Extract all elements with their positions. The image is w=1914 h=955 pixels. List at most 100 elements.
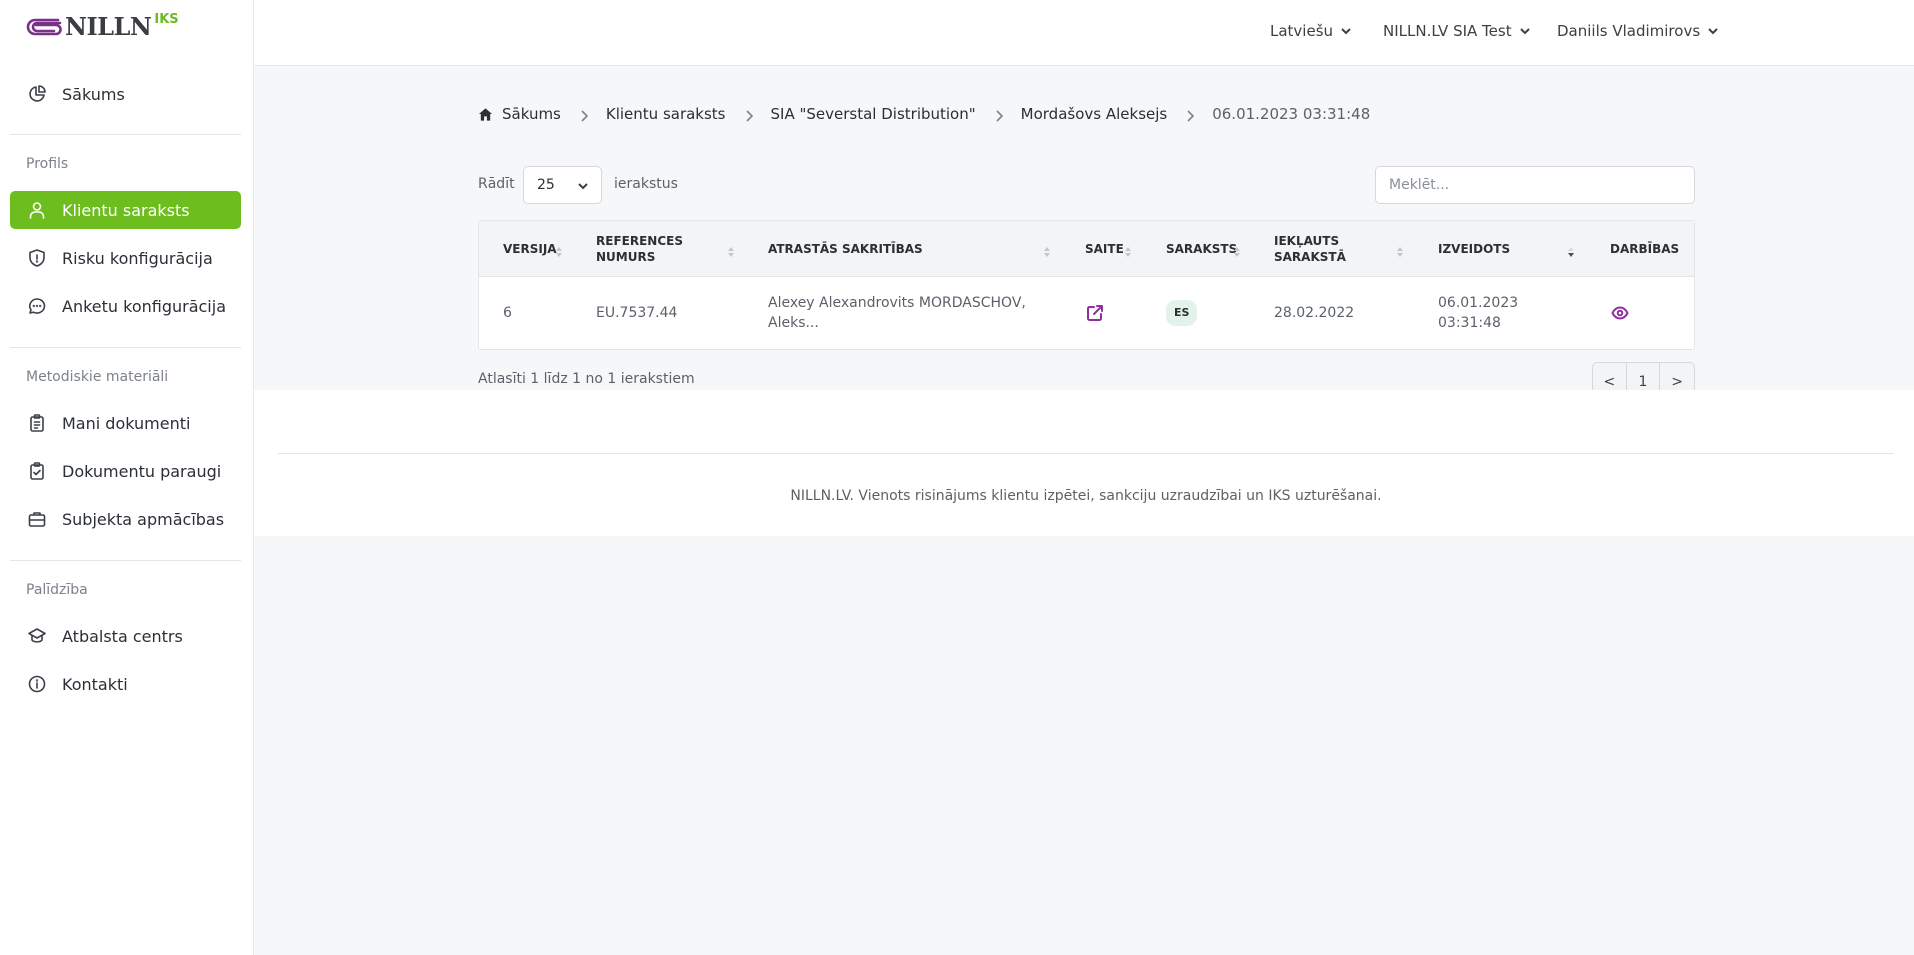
footer-divider bbox=[278, 453, 1894, 454]
breadcrumb-item-company[interactable]: SIA "Severstal Distribution" bbox=[771, 105, 976, 123]
company-label: NILLN.LV SIA Test bbox=[1383, 22, 1512, 40]
column-header-version[interactable]: Versija bbox=[503, 221, 583, 277]
divider bbox=[10, 347, 241, 348]
cell-list: ES bbox=[1166, 277, 1198, 349]
sort-icon[interactable] bbox=[1043, 243, 1051, 257]
sidebar-item-kontakti[interactable]: Kontakti bbox=[10, 665, 241, 703]
column-header-included[interactable]: Iekļauts sarakstā bbox=[1274, 221, 1364, 277]
column-header-label: Darbības bbox=[1610, 242, 1680, 256]
sidebar-item-klientu-saraksts[interactable]: Klientu saraksts bbox=[10, 191, 241, 229]
show-label: Rādīt bbox=[478, 176, 515, 192]
cell-version: 6 bbox=[503, 305, 512, 321]
graduation-cap-icon bbox=[27, 626, 47, 646]
cell-link bbox=[1085, 277, 1105, 349]
column-header-list[interactable]: Saraksts bbox=[1166, 221, 1238, 277]
chevron-down-icon bbox=[1708, 28, 1718, 35]
sidebar-item-label: Mani dokumenti bbox=[62, 413, 191, 433]
sidebar-item-label: Subjekta apmācības bbox=[62, 509, 225, 529]
page-size-value: 25 bbox=[537, 177, 555, 193]
column-header-label: Iekļauts sarakstā bbox=[1274, 234, 1346, 264]
chat-icon bbox=[27, 296, 47, 316]
sidebar: NILLN IKS Sākums Profils Klientu sarakst… bbox=[0, 0, 254, 955]
section-label-metodiskie: Metodiskie materiāli bbox=[26, 369, 169, 385]
breadcrumb-item-clients[interactable]: Klientu saraksts bbox=[606, 105, 726, 123]
logo-text: NILLN bbox=[65, 12, 152, 41]
breadcrumb: Sākums Klientu saraksts SIA "Severstal D… bbox=[478, 104, 1370, 124]
breadcrumb-item-home[interactable]: Sākums bbox=[478, 105, 561, 123]
divider bbox=[10, 560, 241, 561]
column-header-reference[interactable]: References numurs bbox=[596, 221, 706, 277]
sidebar-item-label: Risku konfigurācija bbox=[62, 248, 213, 268]
cell-matches: Alexey Alexandrovits MORDASCHOV, Aleks..… bbox=[768, 295, 1026, 331]
sidebar-item-dokumentu-paraugi[interactable]: Dokumentu paraugi bbox=[10, 452, 241, 490]
entries-label: ierakstus bbox=[614, 176, 678, 192]
logo[interactable]: NILLN IKS bbox=[26, 10, 179, 44]
column-header-matches[interactable]: Atrastās sakritības bbox=[768, 221, 968, 277]
user-dropdown[interactable]: Daniils Vladimirovs bbox=[1557, 22, 1719, 40]
info-icon bbox=[27, 674, 47, 694]
sidebar-item-label: Atbalsta centrs bbox=[62, 626, 183, 646]
sort-icon[interactable] bbox=[1124, 243, 1132, 257]
sidebar-item-subjekta-apmacibas[interactable]: Subjekta apmācības bbox=[10, 500, 241, 538]
table-info: Atlasīti 1 līdz 1 no 1 ierakstiem bbox=[478, 371, 695, 387]
chevron-right-icon bbox=[579, 108, 589, 122]
home-icon bbox=[478, 107, 493, 121]
user-label: Daniils Vladimirovs bbox=[1557, 22, 1701, 40]
column-header-label: Saraksts bbox=[1166, 242, 1238, 256]
sidebar-item-label: Dokumentu paraugi bbox=[62, 461, 222, 481]
logo-icon bbox=[26, 18, 62, 36]
chevron-down-icon bbox=[1519, 28, 1530, 35]
divider bbox=[10, 134, 241, 135]
column-header-label: Saite bbox=[1085, 242, 1124, 256]
sort-icon[interactable] bbox=[555, 243, 563, 257]
list-badge: ES bbox=[1166, 300, 1198, 326]
results-table: Versija References numurs Atrastās sakri… bbox=[478, 220, 1695, 350]
column-header-label: Izveidots bbox=[1438, 242, 1511, 256]
logo-sup: IKS bbox=[154, 12, 179, 27]
search-input[interactable] bbox=[1375, 166, 1695, 204]
cell-included: 28.02.2022 bbox=[1274, 305, 1355, 321]
section-label-palidziba: Palīdzība bbox=[26, 582, 88, 598]
column-header-actions: Darbības bbox=[1610, 221, 1690, 277]
language-dropdown[interactable]: Latviešu bbox=[1270, 22, 1352, 40]
sidebar-item-label: Anketu konfigurācija bbox=[62, 296, 226, 316]
footer-text: NILLN.LV. Vienots risinājums klientu izp… bbox=[790, 488, 1382, 504]
sort-icon[interactable] bbox=[1396, 243, 1404, 257]
cell-actions bbox=[1610, 277, 1630, 349]
chevron-down-icon bbox=[578, 183, 588, 190]
briefcase-icon bbox=[27, 509, 47, 529]
column-header-label: References numurs bbox=[596, 234, 683, 264]
topbar: Latviešu NILLN.LV SIA Test Daniils Vladi… bbox=[254, 0, 1914, 66]
external-link-icon[interactable] bbox=[1085, 303, 1105, 323]
sidebar-item-mani-dokumenti[interactable]: Mani dokumenti bbox=[10, 404, 241, 442]
table-header: Versija References numurs Atrastās sakri… bbox=[479, 221, 1694, 277]
sort-icon[interactable] bbox=[727, 243, 735, 257]
breadcrumb-item-person[interactable]: Mordašovs Aleksejs bbox=[1021, 105, 1168, 123]
column-header-created[interactable]: Izveidots bbox=[1438, 221, 1528, 277]
column-header-label: Versija bbox=[503, 242, 557, 256]
chevron-right-icon bbox=[1185, 108, 1195, 122]
sidebar-item-atbalsta-centrs[interactable]: Atbalsta centrs bbox=[10, 617, 241, 655]
shield-icon bbox=[27, 248, 47, 268]
sidebar-item-anketu-konfiguracija[interactable]: Anketu konfigurācija bbox=[10, 287, 241, 325]
sidebar-item-risku-konfiguracija[interactable]: Risku konfigurācija bbox=[10, 239, 241, 277]
cell-created: 06.01.2023 03:31:48 bbox=[1438, 295, 1519, 331]
clipboard-icon bbox=[27, 413, 47, 433]
sort-desc-icon[interactable] bbox=[1567, 243, 1575, 257]
chevron-right-icon bbox=[744, 108, 754, 122]
company-dropdown[interactable]: NILLN.LV SIA Test bbox=[1383, 22, 1531, 40]
sidebar-item-label: Kontakti bbox=[62, 674, 128, 694]
chevron-down-icon bbox=[1341, 28, 1351, 35]
page-size-select[interactable]: 25 bbox=[523, 166, 602, 204]
column-header-label: Atrastās sakritības bbox=[768, 242, 923, 256]
footer-band bbox=[254, 390, 1914, 536]
sidebar-item-sakums[interactable]: Sākums bbox=[10, 75, 241, 113]
cell-reference: EU.7537.44 bbox=[596, 305, 678, 321]
sidebar-item-label: Sākums bbox=[62, 84, 125, 104]
language-label: Latviešu bbox=[1270, 22, 1334, 40]
sort-icon[interactable] bbox=[1233, 243, 1241, 257]
breadcrumb-label: Sākums bbox=[502, 105, 561, 123]
chevron-right-icon bbox=[994, 108, 1004, 122]
breadcrumb-item-current: 06.01.2023 03:31:48 bbox=[1212, 105, 1371, 123]
eye-icon[interactable] bbox=[1610, 303, 1630, 323]
